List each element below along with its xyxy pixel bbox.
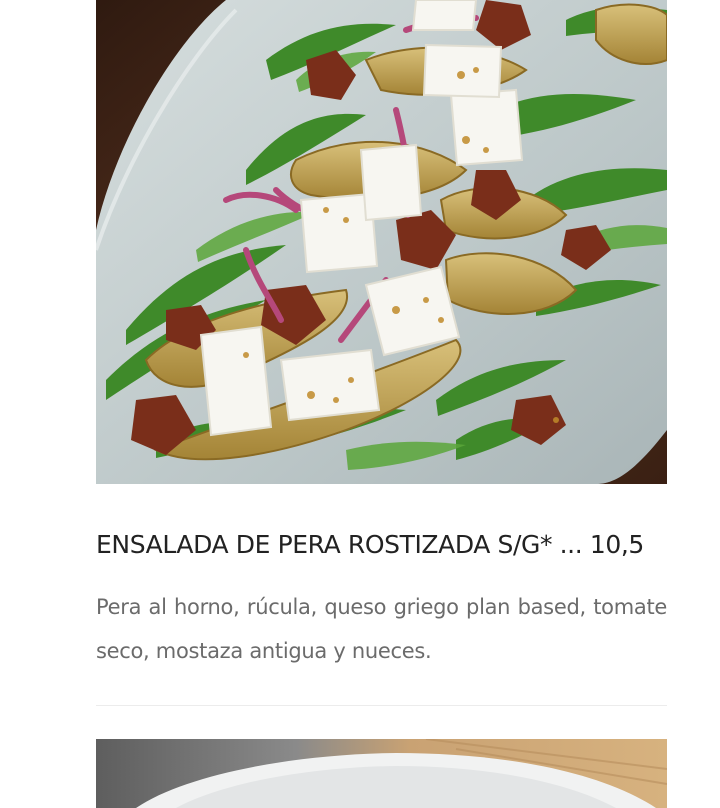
dish-description: Pera al horno, rúcula, queso griego plan…	[96, 595, 667, 663]
next-dish-photo	[96, 739, 667, 808]
pear-salad-photo	[96, 0, 667, 484]
menu-page: ENSALADA DE PERA ROSTIZADA S/G* ... 10,5…	[0, 0, 720, 808]
dish-title: ENSALADA DE PERA ROSTIZADA S/G* ... 10,5	[96, 530, 644, 559]
divider	[96, 705, 667, 706]
